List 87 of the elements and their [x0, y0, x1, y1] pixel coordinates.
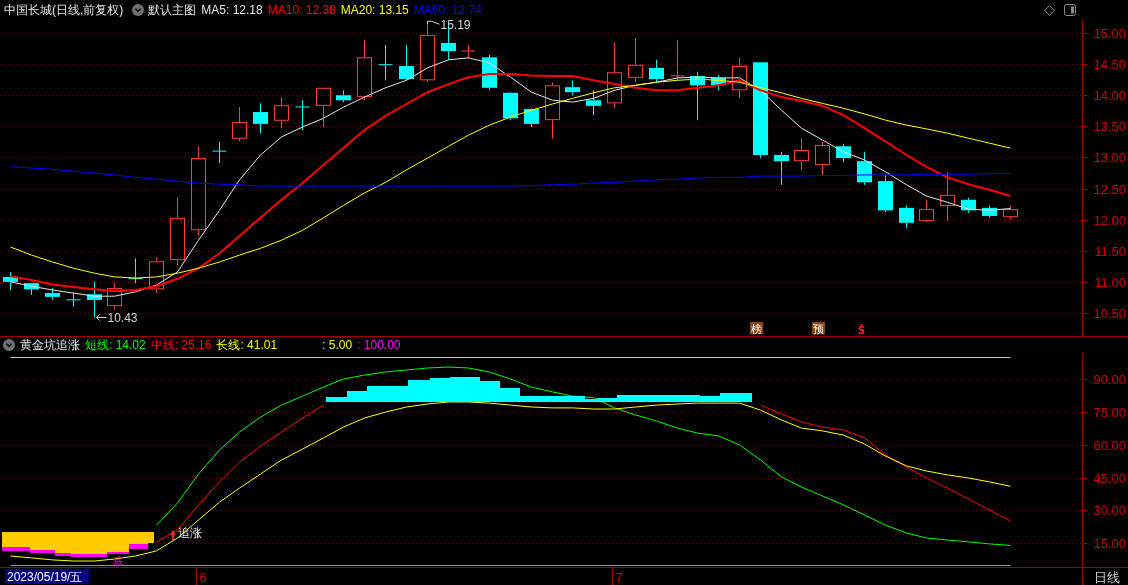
- candlestick: [232, 106, 247, 142]
- axis-label: 12.50: [1093, 182, 1126, 197]
- candlestick: [919, 199, 934, 223]
- candlestick: [836, 143, 851, 163]
- axis-label: 14.00: [1093, 88, 1126, 103]
- candlestick: [3, 271, 18, 291]
- candlestick: [170, 196, 185, 266]
- axis-label: 13.00: [1093, 150, 1126, 165]
- legend-item: : 5.00: [322, 338, 353, 352]
- candlestick: [670, 39, 685, 81]
- axis-label: 60.00: [1093, 438, 1126, 453]
- candlestick: [24, 283, 39, 296]
- legend-item: MA10: 12.38: [267, 3, 336, 17]
- axis-label: 10.50: [1093, 306, 1126, 321]
- price-label: 10.43: [107, 311, 138, 325]
- axis-label: 12.00: [1093, 213, 1126, 228]
- candlestick: [378, 44, 393, 81]
- leader-arrow: [96, 314, 107, 321]
- legend-item: MA20: 13.15: [340, 3, 409, 17]
- candlestick: [253, 102, 268, 134]
- candlestick: [357, 39, 372, 101]
- axis-label: 15.00: [1093, 26, 1126, 41]
- legend-item: 长线: 41.01: [216, 336, 278, 354]
- candlestick: [961, 197, 976, 214]
- axis-label: 75.00: [1093, 405, 1126, 420]
- candlestick: [212, 141, 227, 164]
- candlestick: [711, 74, 726, 91]
- axis-label: 30.00: [1093, 503, 1126, 518]
- marker-badge: 预: [812, 322, 825, 336]
- candlestick: [545, 81, 560, 140]
- candlestick: [878, 174, 893, 213]
- axis-label: 14.50: [1093, 57, 1126, 72]
- leader-line: [427, 20, 440, 25]
- price-label: 15.19: [440, 20, 471, 33]
- legend-item: : 100.00: [357, 338, 401, 352]
- candlestick: [295, 99, 310, 131]
- candlestick: [107, 282, 122, 310]
- arrow-up-icon: [170, 530, 176, 541]
- legend-item: MA60: 12.74: [413, 3, 482, 17]
- candlestick: [982, 204, 997, 219]
- candlestick: [586, 89, 601, 116]
- axis-label: 13.50: [1093, 119, 1126, 134]
- candlestick: [690, 71, 705, 121]
- candlestick: [899, 204, 914, 229]
- chevron-down-icon: [132, 4, 145, 16]
- signal-label: Ŝ: [857, 325, 866, 336]
- candlestick: [149, 256, 164, 294]
- legend-item: MA5: 12.18: [201, 3, 263, 17]
- candlestick: [45, 287, 60, 301]
- axis-label: 90.00: [1093, 372, 1126, 387]
- candlestick: [128, 257, 143, 284]
- axis-label: 6: [199, 570, 207, 585]
- date-label: 2023/05/19/五: [5, 569, 89, 584]
- candlestick: [316, 87, 331, 128]
- legend-item: 短线: 14.02: [85, 336, 146, 354]
- axis-label: 15.00: [1093, 536, 1126, 551]
- candlestick: [66, 292, 81, 308]
- candlestick: [649, 59, 664, 83]
- candlestick: [336, 89, 351, 103]
- candlestick: [565, 79, 580, 96]
- candlestick: [857, 151, 872, 186]
- candlestick: [815, 141, 830, 176]
- candlestick: [607, 42, 622, 109]
- axis-label: 11.50: [1094, 244, 1126, 259]
- candlestick: [274, 96, 289, 129]
- axis-label: 45.00: [1093, 471, 1126, 486]
- candlestick: [87, 281, 102, 318]
- chevron-down-icon[interactable]: [3, 339, 15, 351]
- indicator-title: 黄金坑追涨: [20, 336, 80, 354]
- template-dropdown[interactable]: 默认主图: [132, 1, 197, 19]
- candlestick: [461, 44, 476, 59]
- candlestick: [1003, 204, 1018, 220]
- candlestick: [628, 37, 643, 83]
- candlestick: [399, 44, 414, 81]
- candlestick: [774, 151, 789, 186]
- candlestick: [503, 91, 518, 121]
- panel-icon[interactable]: [1064, 4, 1076, 16]
- axis-label: 7: [615, 570, 623, 585]
- candlestick: [732, 57, 747, 99]
- axis-label: 11.00: [1094, 275, 1126, 290]
- marker-badge: 榜: [750, 322, 763, 336]
- candlestick: [794, 137, 809, 171]
- diamond-icon[interactable]: [1044, 4, 1055, 16]
- chart-title: 中国长城(日线,前复权): [4, 1, 124, 19]
- period-button[interactable]: 日线: [1094, 570, 1120, 585]
- legend-item: 中线: 25.16: [150, 336, 212, 354]
- candlestick: [940, 171, 955, 222]
